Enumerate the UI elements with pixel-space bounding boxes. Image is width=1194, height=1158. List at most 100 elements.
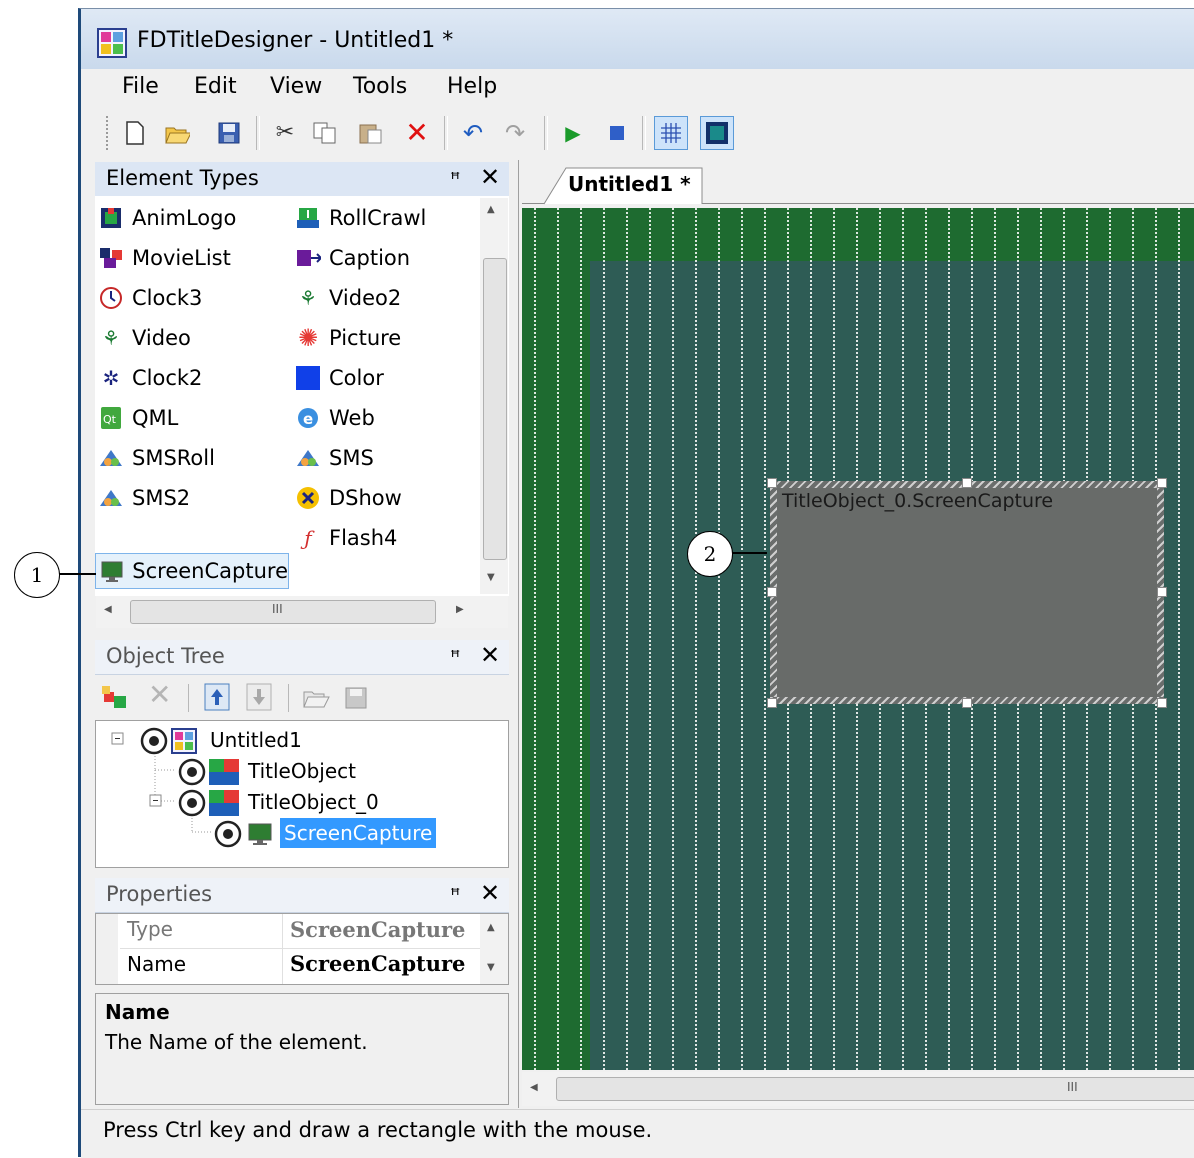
pin-icon[interactable]: ꟸ	[450, 169, 460, 190]
window-title: FDTitleDesigner - Untitled1 *	[137, 28, 454, 53]
callout-2: 2	[687, 531, 733, 577]
remove-object-icon[interactable]: ✕	[148, 678, 171, 711]
property-grid-scrollbar[interactable]: ▲ ▼	[480, 914, 508, 984]
screencapture-object[interactable]	[777, 488, 1157, 697]
close-icon[interactable]: ✕	[480, 641, 500, 669]
element-type-picture[interactable]: ✺ Picture	[295, 318, 480, 358]
resize-handle-ne[interactable]	[1157, 478, 1167, 488]
scroll-down-icon[interactable]: ▼	[487, 572, 495, 583]
property-name-name: Name	[127, 952, 187, 976]
toolbar-grip[interactable]	[106, 116, 112, 150]
element-type-caption[interactable]: Caption	[295, 238, 480, 278]
copy-icon[interactable]	[312, 120, 338, 146]
resize-handle-nw[interactable]	[767, 478, 777, 488]
menu-tools[interactable]: Tools	[353, 74, 407, 99]
resize-handle-w[interactable]	[767, 587, 777, 597]
element-type-clock3[interactable]: Clock3	[98, 278, 288, 318]
element-types-column-left: AnimLogo MovieList Clock3 ⚘ Video ✲ Clock2…	[98, 198, 288, 518]
delete-icon[interactable]: ✕	[404, 119, 430, 147]
toolbar-separator	[288, 684, 291, 712]
tree-node-untitled1[interactable]: Untitled1	[210, 728, 302, 752]
scroll-up-icon[interactable]: ▲	[487, 922, 495, 933]
save-icon[interactable]	[216, 120, 242, 146]
visibility-eye-icon[interactable]	[178, 758, 206, 791]
element-type-dshow[interactable]: DShow	[295, 478, 480, 518]
scroll-thumb[interactable]	[556, 1077, 1194, 1101]
resize-handle-e[interactable]	[1157, 587, 1167, 597]
scroll-down-icon[interactable]: ▼	[487, 962, 495, 973]
qml-icon: Qt	[98, 405, 124, 431]
svg-text:e: e	[303, 410, 313, 428]
paste-icon[interactable]	[358, 120, 384, 146]
element-type-rollcrawl[interactable]: RollCrawl	[295, 198, 480, 238]
open-icon[interactable]	[164, 120, 190, 146]
scroll-left-icon[interactable]: ◀	[104, 604, 112, 615]
close-icon[interactable]: ✕	[480, 163, 500, 191]
add-object-icon[interactable]	[100, 682, 132, 717]
element-type-label: QML	[132, 406, 179, 430]
cut-icon[interactable]: ✂	[272, 120, 298, 146]
element-type-sms[interactable]: SMS	[295, 438, 480, 478]
resize-handle-n[interactable]	[962, 478, 972, 488]
element-type-flash4[interactable]: ƒ Flash4	[295, 518, 480, 558]
element-type-video2[interactable]: ⚘ Video2	[295, 278, 480, 318]
background-icon[interactable]	[700, 116, 734, 150]
element-types-vertical-scrollbar[interactable]: ▲ ▼	[480, 198, 508, 594]
element-type-web[interactable]: e Web	[295, 398, 480, 438]
stop-icon[interactable]	[604, 120, 630, 146]
menu-edit[interactable]: Edit	[194, 74, 237, 99]
element-type-movielist[interactable]: MovieList	[98, 238, 288, 278]
resize-handle-se[interactable]	[1157, 698, 1167, 708]
element-type-qml[interactable]: Qt QML	[98, 398, 288, 438]
grid-icon[interactable]	[654, 116, 688, 150]
menu-bar	[81, 69, 1194, 109]
move-up-icon[interactable]	[204, 683, 230, 716]
scroll-thumb[interactable]	[483, 258, 507, 560]
redo-icon[interactable]: ↷	[502, 120, 528, 146]
tree-node-screencapture[interactable]: ScreenCapture	[280, 818, 437, 848]
save-object-icon[interactable]	[344, 684, 370, 715]
element-type-animlogo[interactable]: AnimLogo	[98, 198, 288, 238]
element-type-smsroll[interactable]: SMSRoll	[98, 438, 288, 478]
tree-node-titleobject[interactable]: TitleObject	[248, 759, 356, 783]
scroll-up-icon[interactable]: ▲	[487, 204, 495, 215]
visibility-eye-icon[interactable]	[178, 789, 206, 822]
scroll-left-icon[interactable]: ◀	[530, 1082, 538, 1093]
document-tab-label[interactable]: Untitled1 *	[568, 172, 691, 196]
pin-icon[interactable]: ꟸ	[450, 647, 460, 668]
picture-icon: ✺	[297, 324, 319, 352]
resize-handle-sw[interactable]	[767, 698, 777, 708]
play-icon[interactable]: ▶	[560, 120, 586, 146]
resize-handle-s[interactable]	[962, 698, 972, 708]
toolbar	[81, 109, 1194, 161]
element-type-clock2[interactable]: ✲ Clock2	[98, 358, 288, 398]
menu-view[interactable]: View	[270, 74, 322, 99]
menu-file[interactable]: File	[122, 74, 159, 99]
canvas-horizontal-scrollbar[interactable]: ◀ III	[522, 1072, 1194, 1106]
visibility-eye-icon[interactable]	[140, 727, 168, 760]
element-type-video[interactable]: ⚘ Video	[98, 318, 288, 358]
video-icon: ⚘	[102, 326, 120, 350]
element-type-label: SMS	[329, 446, 374, 470]
tree-node-titleobject-0[interactable]: TitleObject_0	[248, 790, 379, 814]
move-down-icon[interactable]	[246, 683, 272, 716]
element-type-color[interactable]: Color	[295, 358, 480, 398]
sms-icon	[295, 445, 321, 471]
element-type-label: Video	[132, 326, 191, 350]
pin-icon[interactable]: ꟸ	[450, 885, 460, 906]
menu-help[interactable]: Help	[447, 74, 497, 99]
new-icon[interactable]	[122, 120, 148, 146]
element-type-label: Clock3	[132, 286, 203, 310]
element-types-horizontal-scrollbar[interactable]: ◀ III ▶	[96, 596, 508, 628]
scroll-right-icon[interactable]: ▶	[456, 604, 464, 615]
object-label: TitleObject_0.ScreenCapture	[782, 490, 1054, 512]
property-value-name[interactable]: ScreenCapture	[290, 951, 465, 976]
element-type-sms2[interactable]: SMS2	[98, 478, 288, 518]
undo-icon[interactable]: ↶	[460, 120, 486, 146]
close-icon[interactable]: ✕	[480, 879, 500, 907]
load-icon[interactable]	[302, 684, 332, 715]
scroll-thumb[interactable]	[130, 600, 436, 624]
visibility-eye-icon[interactable]	[214, 820, 242, 853]
element-type-screencapture[interactable]: ScreenCapture	[95, 553, 289, 589]
grid-line	[672, 208, 674, 1070]
